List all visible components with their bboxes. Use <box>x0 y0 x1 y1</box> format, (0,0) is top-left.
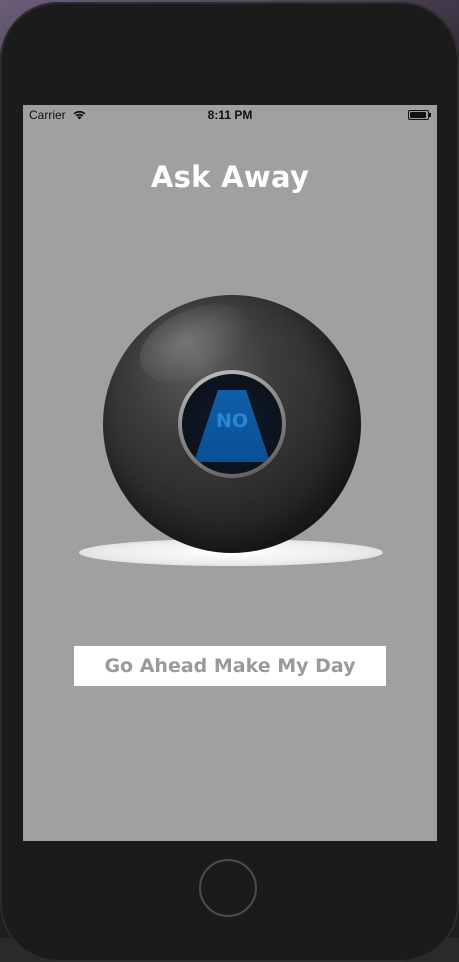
shake-ball-button[interactable]: Go Ahead Make My Day <box>74 646 386 686</box>
battery-icon <box>408 110 431 120</box>
magic-8-ball: NO <box>73 289 391 580</box>
answer-window: NO <box>182 374 282 474</box>
ball-image: NO <box>103 289 361 553</box>
app-screen: Carrier 8:11 PM Ask Away NO Go Ahead Mak… <box>23 105 437 841</box>
status-time: 8:11 PM <box>207 108 253 122</box>
page-title: Ask Away <box>150 160 310 194</box>
home-button[interactable] <box>199 859 257 917</box>
status-bar: Carrier 8:11 PM <box>23 105 437 125</box>
answer-window-ring: NO <box>178 370 286 478</box>
iphone-frame: Carrier 8:11 PM Ask Away NO Go Ahead Mak… <box>0 2 459 962</box>
answer-text: NO <box>215 410 249 432</box>
